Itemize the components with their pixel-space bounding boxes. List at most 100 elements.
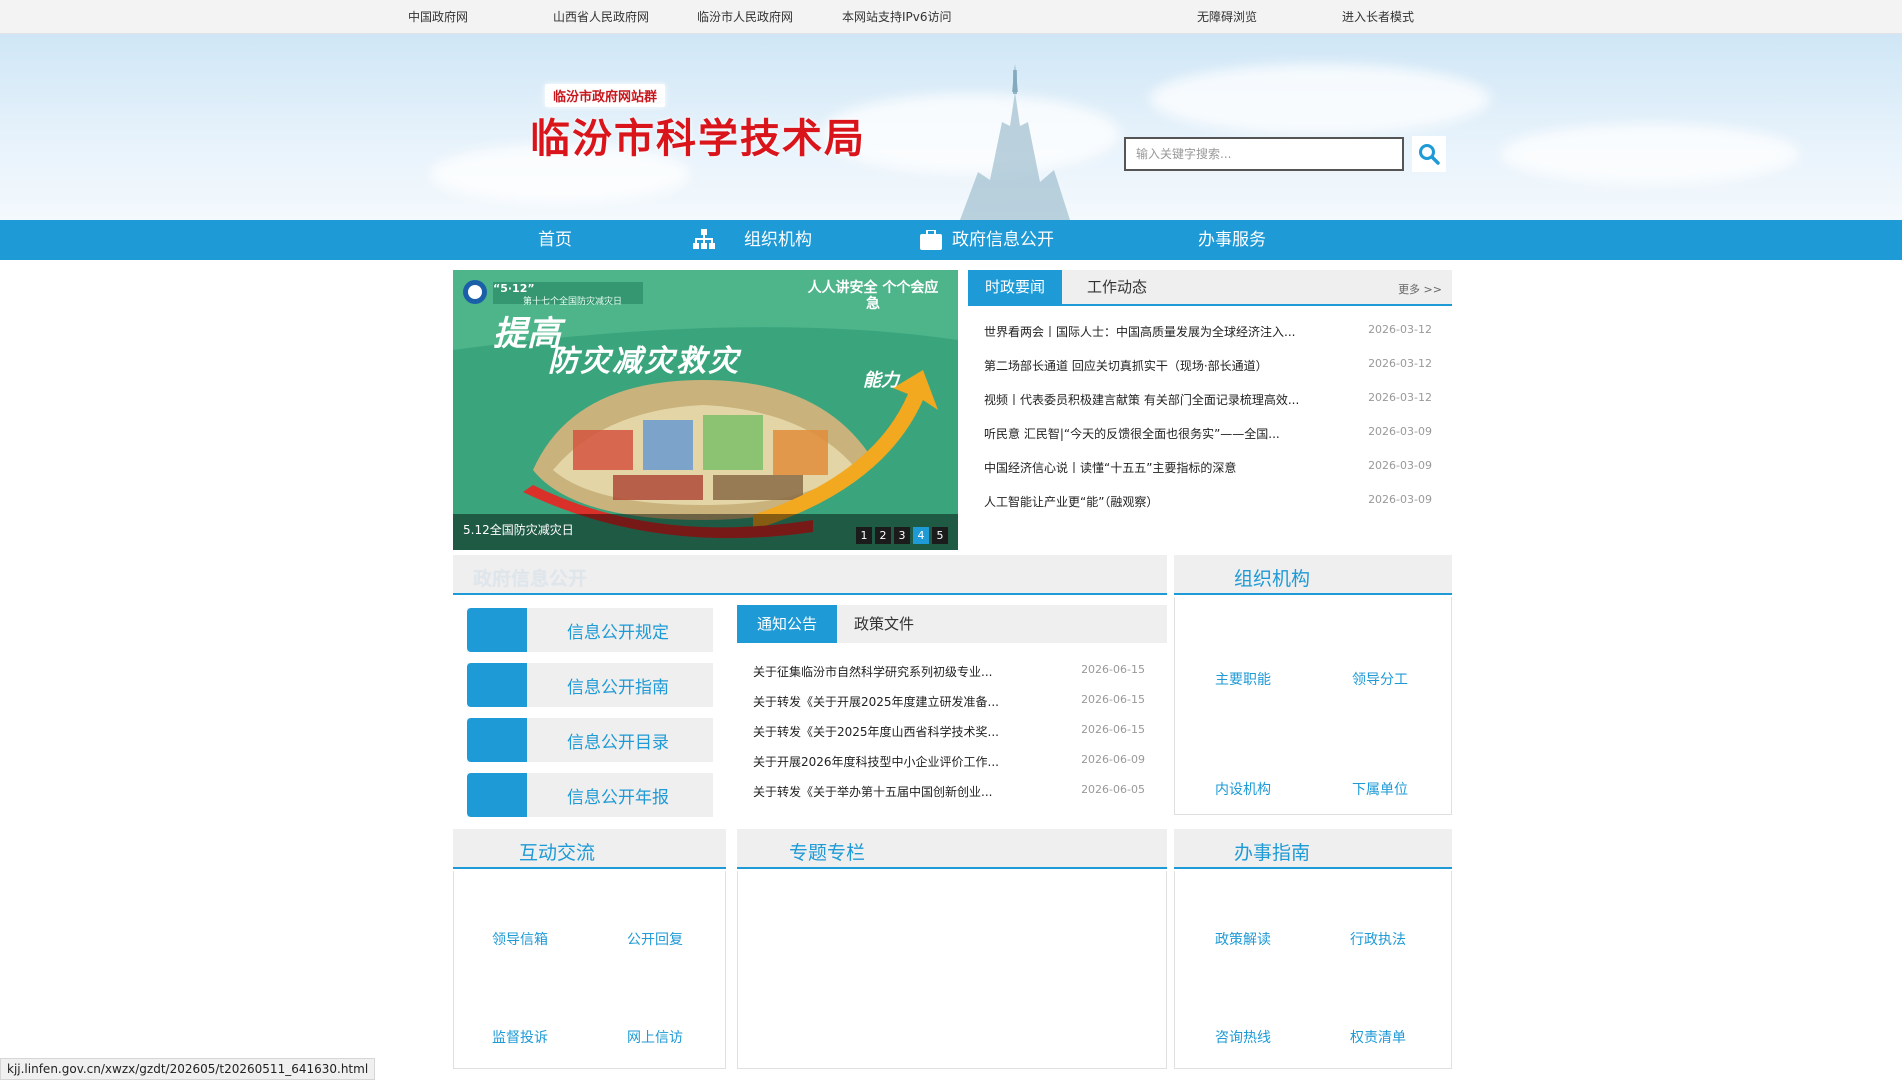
notice-title: 关于开展2026年度科技型中小企业评价工作... bbox=[753, 755, 999, 769]
news-title: 中国经济信心说丨读懂“十五五”主要指标的深意 bbox=[984, 461, 1237, 475]
poster-line-2: 防灾减灾救灾 bbox=[548, 344, 740, 379]
guide-link-policy-interpretation[interactable]: 政策解读 bbox=[1215, 929, 1271, 949]
link-ipv6[interactable]: 本网站支持IPv6访问 bbox=[842, 8, 952, 25]
news-date: 2026-03-12 bbox=[1368, 357, 1432, 370]
gov-info-catalog-label: 信息公开目录 bbox=[567, 733, 669, 753]
nav-home[interactable]: 首页 bbox=[538, 220, 572, 260]
slider-dots: 1 2 3 4 5 bbox=[856, 527, 948, 544]
slider-dot-2[interactable]: 2 bbox=[875, 527, 891, 544]
interaction-panel: 领导信箱 公开回复 监督投诉 网上信访 bbox=[453, 871, 726, 1069]
news-date: 2026-03-09 bbox=[1368, 459, 1432, 472]
notice-title: 关于转发《关于举办第十五届中国创新创业... bbox=[753, 785, 993, 799]
slider-dot-5[interactable]: 5 bbox=[932, 527, 948, 544]
special-title: 专题专栏 bbox=[789, 842, 866, 864]
interaction-link-replies[interactable]: 公开回复 bbox=[627, 929, 683, 949]
interaction-link-petition[interactable]: 网上信访 bbox=[627, 1027, 683, 1047]
tab-work-updates[interactable]: 工作动态 bbox=[1070, 270, 1164, 304]
poster-slogan: 人人讲安全 个个会应急 bbox=[807, 280, 939, 312]
guide-title: 办事指南 bbox=[1234, 842, 1311, 864]
news-title: 第二场部长通道 回应关切真抓实干（现场·部长通道） bbox=[984, 359, 1268, 373]
news-title: 视频丨代表委员积极建言献策 有关部门全面记录梳理高效... bbox=[984, 393, 1300, 407]
gov-info-title: 政府信息公开 bbox=[473, 568, 588, 590]
gov-info-guide-button[interactable]: 信息公开指南 bbox=[467, 663, 713, 707]
nav-services[interactable]: 办事服务 bbox=[1198, 220, 1266, 260]
org-title: 组织机构 bbox=[1234, 568, 1311, 590]
nav-gov-info-label: 政府信息公开 bbox=[952, 230, 1054, 250]
slider-dot-1[interactable]: 1 bbox=[856, 527, 872, 544]
special-panel bbox=[737, 871, 1167, 1069]
notice-date: 2026-06-15 bbox=[1081, 663, 1145, 676]
guide-link-law-enforcement[interactable]: 行政执法 bbox=[1350, 929, 1406, 949]
link-accessibility[interactable]: 无障碍浏览 bbox=[1197, 8, 1257, 25]
gov-info-rules-label: 信息公开规定 bbox=[567, 623, 669, 643]
image-slider[interactable]: “5·12” 第十七个全国防灾减灾日 人人讲安全 个个会应急 提高 防灾减灾救灾… bbox=[453, 270, 958, 550]
slider-dot-4[interactable]: 4 bbox=[913, 527, 929, 544]
gov-info-guide-icon bbox=[467, 663, 527, 707]
news-date: 2026-03-12 bbox=[1368, 323, 1432, 336]
org-link-internal[interactable]: 内设机构 bbox=[1215, 779, 1271, 799]
news-tabbar: 时政要闻 工作动态 更多 >> bbox=[968, 270, 1452, 306]
gov-info-header: 政府信息公开 bbox=[453, 555, 1167, 595]
news-date: 2026-03-12 bbox=[1368, 391, 1432, 404]
tab-current-affairs[interactable]: 时政要闻 bbox=[968, 270, 1063, 304]
gov-info-annual-report-button[interactable]: 信息公开年报 bbox=[467, 773, 713, 817]
news-title: 听民意 汇民智|“今天的反馈很全面也很务实”——全国... bbox=[984, 427, 1280, 441]
news-title: 世界看两会丨国际人士：中国高质量发展为全球经济注入... bbox=[984, 325, 1296, 339]
news-title: 人工智能让产业更“能”（融观察） bbox=[984, 495, 1159, 509]
notice-title: 关于征集临汾市自然科学研究系列初级专业... bbox=[753, 665, 993, 679]
guide-link-responsibility-list[interactable]: 权责清单 bbox=[1350, 1027, 1406, 1047]
nav-services-label: 办事服务 bbox=[1198, 230, 1266, 250]
notice-date: 2026-06-15 bbox=[1081, 693, 1145, 706]
org-header: 组织机构 bbox=[1174, 555, 1452, 595]
special-header: 专题专栏 bbox=[737, 829, 1167, 869]
gov-info-annual-report-icon bbox=[467, 773, 527, 817]
guide-link-hotline[interactable]: 咨询热线 bbox=[1215, 1027, 1271, 1047]
link-central-gov[interactable]: 中国政府网 bbox=[408, 8, 468, 25]
main-nav: 首页 组织机构 政府信息公开 办事服务 bbox=[0, 220, 1902, 260]
org-panel: 主要职能 领导分工 内设机构 下属单位 bbox=[1174, 597, 1452, 815]
tab-notices[interactable]: 通知公告 bbox=[737, 605, 837, 643]
nav-gov-info[interactable]: 政府信息公开 bbox=[920, 220, 1054, 260]
news-more-link[interactable]: 更多 >> bbox=[1398, 281, 1442, 297]
gov-info-annual-report-label: 信息公开年报 bbox=[567, 788, 669, 808]
org-link-subordinate[interactable]: 下属单位 bbox=[1352, 779, 1408, 799]
mountain-pagoda-icon bbox=[960, 64, 1070, 220]
org-link-duties[interactable]: 主要职能 bbox=[1215, 669, 1271, 689]
header-banner: 临汾市政府网站群 临汾市科学技术局 输入关键字搜索... bbox=[0, 34, 1902, 220]
notice-title: 关于转发《关于2025年度山西省科学技术奖... bbox=[753, 725, 999, 739]
slide-caption: 5.12全国防灾减灾日 bbox=[463, 523, 574, 537]
link-shanxi-gov[interactable]: 山西省人民政府网 bbox=[553, 8, 649, 25]
interaction-title: 互动交流 bbox=[519, 842, 596, 864]
site-title: 临汾市科学技术局 bbox=[530, 115, 866, 162]
link-linfen-gov[interactable]: 临汾市人民政府网 bbox=[697, 8, 793, 25]
browser-status-url: kjj.linfen.gov.cn/xwzx/gzdt/202605/t2026… bbox=[0, 1058, 376, 1080]
cloud-decoration bbox=[1150, 64, 1490, 134]
gov-info-rules-button[interactable]: 信息公开规定 bbox=[467, 608, 713, 652]
interaction-link-complaints[interactable]: 监督投诉 bbox=[492, 1027, 548, 1047]
gov-info-catalog-button[interactable]: 信息公开目录 bbox=[467, 718, 713, 762]
guide-header: 办事指南 bbox=[1174, 829, 1452, 869]
search-button[interactable] bbox=[1412, 136, 1446, 172]
news-date: 2026-03-09 bbox=[1368, 425, 1432, 438]
cloud-decoration bbox=[1500, 124, 1800, 184]
tab-policy-files[interactable]: 政策文件 bbox=[854, 605, 914, 643]
notice-tabbar: 通知公告 政策文件 bbox=[737, 605, 1167, 643]
news-date: 2026-03-09 bbox=[1368, 493, 1432, 506]
nav-organization[interactable]: 组织机构 bbox=[692, 220, 812, 260]
notice-date: 2026-06-09 bbox=[1081, 753, 1145, 766]
news-panel: 时政要闻 工作动态 更多 >> 世界看两会丨国际人士：中国高质量发展为全球经济注… bbox=[968, 270, 1452, 550]
slider-dot-3[interactable]: 3 bbox=[894, 527, 910, 544]
site-group-label: 临汾市政府网站群 bbox=[545, 84, 666, 107]
gov-info-catalog-icon bbox=[467, 718, 527, 762]
search-input[interactable]: 输入关键字搜索... bbox=[1124, 137, 1404, 171]
nav-home-label: 首页 bbox=[538, 230, 572, 250]
org-link-leadership[interactable]: 领导分工 bbox=[1352, 669, 1408, 689]
briefcase-icon bbox=[920, 230, 942, 250]
interaction-link-mailbox[interactable]: 领导信箱 bbox=[492, 929, 548, 949]
interaction-header: 互动交流 bbox=[453, 829, 726, 869]
nav-organization-label: 组织机构 bbox=[744, 230, 812, 250]
notice-date: 2026-06-05 bbox=[1081, 783, 1145, 796]
search-placeholder: 输入关键字搜索... bbox=[1136, 147, 1232, 161]
link-elder-mode[interactable]: 进入长者模式 bbox=[1342, 8, 1414, 25]
org-chart-icon bbox=[693, 229, 715, 249]
